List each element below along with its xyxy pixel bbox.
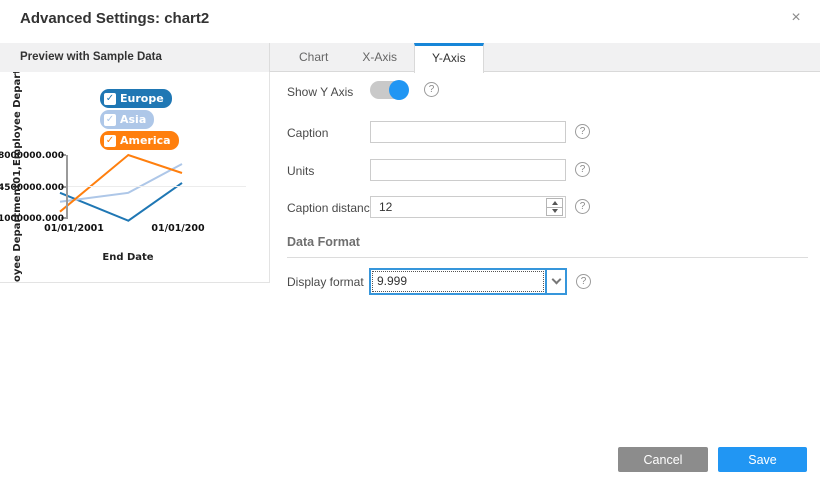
advanced-settings-dialog: Advanced Settings: chart2 × Preview with…	[0, 0, 820, 488]
chart-gridline	[68, 186, 246, 187]
series-line-america	[60, 155, 182, 212]
caption-distance-value[interactable]: 12	[371, 197, 546, 217]
cancel-button[interactable]: Cancel	[618, 447, 708, 472]
legend-label: America	[120, 134, 171, 147]
y-tick-label: 4500000.000	[0, 183, 64, 193]
arrow-down-icon	[552, 209, 558, 213]
legend-label: Asia	[120, 113, 146, 126]
section-divider	[287, 257, 808, 258]
y-tick-label: 1000000.000	[0, 214, 64, 224]
legend-item-europe[interactable]: ✓ Europe	[100, 89, 172, 108]
legend-label: Europe	[120, 92, 164, 105]
help-icon[interactable]: ?	[575, 199, 590, 214]
stepper-down-button[interactable]	[546, 207, 563, 217]
y-axis-title: oyee Department01,Employee Depart	[12, 82, 26, 282]
close-icon[interactable]: ×	[787, 9, 805, 27]
tab-y-axis[interactable]: Y-Axis	[414, 43, 484, 73]
caption-input[interactable]	[370, 121, 566, 143]
show-y-axis-toggle[interactable]	[370, 81, 408, 99]
legend-checkbox-icon: ✓	[104, 114, 116, 126]
caption-distance-stepper[interactable]: 12	[370, 196, 566, 218]
help-icon[interactable]: ?	[424, 82, 439, 97]
units-label: Units	[287, 164, 314, 178]
legend-item-asia[interactable]: ✓ Asia	[100, 110, 154, 129]
tab-x-axis[interactable]: X-Axis	[345, 43, 414, 71]
chevron-down-icon	[551, 275, 561, 285]
arrow-up-icon	[552, 201, 558, 205]
help-icon[interactable]: ?	[575, 162, 590, 177]
display-format-label: Display format	[287, 275, 364, 289]
legend-checkbox-icon: ✓	[104, 135, 116, 147]
display-format-value: 9.999	[372, 271, 544, 292]
dialog-title: Advanced Settings: chart2	[20, 10, 209, 27]
caption-distance-label: Caption distance	[287, 201, 376, 215]
show-y-axis-label: Show Y Axis	[287, 85, 353, 99]
save-button[interactable]: Save	[718, 447, 807, 472]
dropdown-button[interactable]	[545, 270, 565, 293]
y-tick-label: 8000000.000	[0, 151, 64, 161]
series-line-europe	[60, 183, 182, 221]
caption-label: Caption	[287, 126, 328, 140]
stepper-buttons	[546, 198, 563, 216]
chart-legend: ✓ Europe ✓ Asia ✓ America	[100, 89, 179, 150]
help-icon[interactable]: ?	[576, 274, 591, 289]
tab-bar: Chart X-Axis Y-Axis	[270, 43, 820, 72]
x-tick-label: 01/01/2001	[29, 223, 119, 234]
legend-item-america[interactable]: ✓ America	[100, 131, 179, 150]
preview-chart: oyee Department01,Employee Depart 01/01/…	[0, 72, 270, 283]
help-icon[interactable]: ?	[575, 124, 590, 139]
display-format-select[interactable]: 9.999	[369, 268, 567, 295]
y-axis-line	[66, 155, 68, 219]
data-format-section-header: Data Format	[287, 235, 360, 249]
legend-checkbox-icon: ✓	[104, 93, 116, 105]
preview-panel-header: Preview with Sample Data	[0, 43, 270, 72]
x-tick-label: 01/01/200	[133, 223, 223, 234]
units-input[interactable]	[370, 159, 566, 181]
toggle-knob	[389, 80, 409, 100]
x-axis-title: End Date	[83, 252, 173, 263]
tab-chart[interactable]: Chart	[282, 43, 345, 71]
